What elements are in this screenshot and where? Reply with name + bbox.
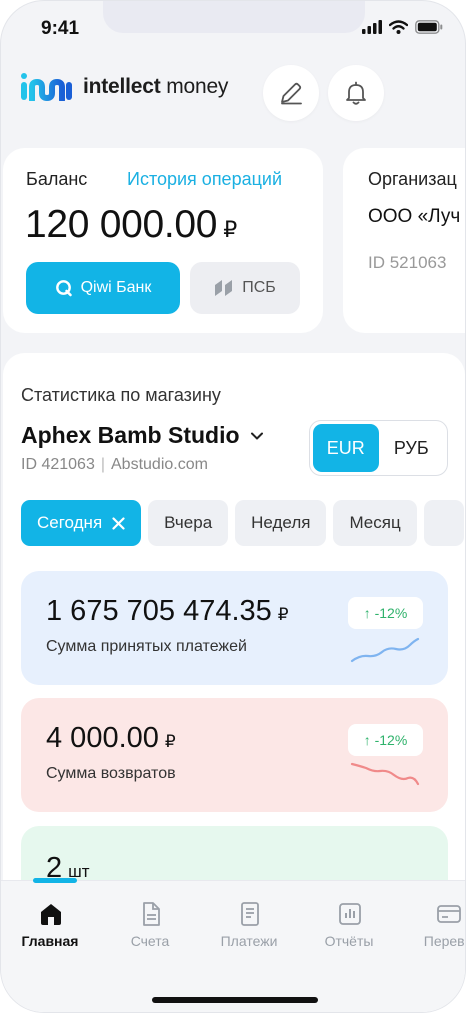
period-chip-more[interactable] bbox=[423, 500, 464, 546]
tab-label: Платежи bbox=[220, 933, 278, 949]
logo-suffix-text: money bbox=[160, 75, 229, 98]
psb-label: ПСБ bbox=[242, 279, 276, 296]
refunds-metric-card[interactable]: 4 000.00 ₽ Сумма возвратов ↑ -12% bbox=[21, 698, 448, 812]
close-icon[interactable] bbox=[112, 516, 125, 530]
bell-icon bbox=[346, 81, 366, 105]
payments-sparkline bbox=[350, 637, 420, 663]
stats-title: Статистика по магазину bbox=[21, 385, 221, 405]
currency-toggle: EUR РУБ bbox=[309, 420, 448, 476]
period-chip-today[interactable]: Сегодня bbox=[21, 500, 142, 546]
refunds-value: 4 000.00 ₽ bbox=[46, 722, 176, 755]
dynamic-island bbox=[103, 1, 365, 33]
chart-icon bbox=[339, 903, 361, 925]
logo-text: intellect money bbox=[83, 75, 228, 99]
balance-currency: ₽ bbox=[223, 217, 237, 242]
qiwi-icon bbox=[55, 280, 72, 297]
refunds-sparkline bbox=[350, 762, 420, 786]
status-time: 9:41 bbox=[41, 18, 80, 39]
signal-icon bbox=[362, 20, 382, 34]
payments-value: 1 675 705 474.35 ₽ bbox=[46, 595, 289, 628]
notifications-button[interactable] bbox=[328, 65, 384, 121]
period-chip-yesterday[interactable]: Вчера bbox=[148, 500, 229, 546]
active-tab-indicator bbox=[33, 878, 77, 883]
home-icon bbox=[41, 904, 61, 925]
battery-icon bbox=[415, 20, 443, 34]
payments-currency: ₽ bbox=[277, 605, 289, 624]
currency-rub-option[interactable]: РУБ bbox=[379, 424, 445, 472]
shop-id: ID 421063 bbox=[21, 456, 95, 473]
refunds-currency: ₽ bbox=[164, 732, 176, 751]
tab-label: Счета bbox=[130, 933, 170, 949]
document-icon bbox=[143, 902, 160, 926]
psb-button[interactable]: ПСБ bbox=[190, 262, 300, 314]
qiwi-bank-button[interactable]: Qiwi Банк bbox=[26, 262, 180, 314]
app-logo: intellect money bbox=[21, 73, 228, 101]
status-icons bbox=[362, 20, 443, 34]
refunds-label: Сумма возвратов bbox=[46, 765, 176, 782]
qiwi-bank-label: Qiwi Банк bbox=[80, 279, 152, 296]
balance-value: 120 000.00 bbox=[25, 203, 218, 246]
organization-label: Организац bbox=[368, 169, 457, 189]
shop-domain: Abstudio.com bbox=[111, 456, 208, 473]
bottom-tab-bar: Главная Счета Платежи Отчёты Перев bbox=[1, 878, 465, 1012]
payments-label: Сумма принятых платежей bbox=[46, 638, 247, 655]
refunds-amount: 4 000.00 bbox=[46, 722, 159, 754]
wifi-icon bbox=[389, 20, 408, 34]
currency-eur-option[interactable]: EUR bbox=[313, 424, 379, 472]
tab-label: Главная bbox=[21, 933, 79, 949]
balance-card: Баланс История операций 120 000.00 ₽ Qiwi… bbox=[3, 148, 323, 333]
edit-button[interactable] bbox=[263, 65, 319, 121]
refunds-change-badge: ↑ -12% bbox=[348, 724, 423, 756]
balance-label: Баланс bbox=[26, 169, 88, 189]
operations-history-link[interactable]: История операций bbox=[127, 169, 282, 190]
tab-label: Перево bbox=[423, 933, 465, 949]
payments-change-badge: ↑ -12% bbox=[348, 597, 423, 629]
organization-card[interactable]: Организац ООО «Луч ID 521063 bbox=[343, 148, 465, 333]
logo-mark-icon bbox=[21, 73, 72, 101]
psb-icon bbox=[215, 280, 233, 296]
tab-label: Отчёты bbox=[324, 933, 374, 949]
logo-brand-text: intellect bbox=[83, 75, 161, 98]
balance-amount: 120 000.00 ₽ bbox=[25, 203, 237, 247]
payments-amount: 1 675 705 474.35 bbox=[46, 595, 272, 627]
period-chip-label: Сегодня bbox=[37, 513, 103, 532]
organization-name: ООО «Луч bbox=[368, 206, 461, 227]
meta-divider: | bbox=[100, 456, 105, 473]
receipt-icon bbox=[241, 902, 259, 926]
payments-metric-card[interactable]: 1 675 705 474.35 ₽ Сумма принятых платеже… bbox=[21, 571, 448, 685]
shop-selector[interactable]: Aphex Bamb Studio bbox=[21, 422, 264, 449]
chevron-down-icon bbox=[250, 432, 263, 439]
shop-meta: ID 421063 | Abstudio.com bbox=[21, 456, 208, 474]
period-chip-week[interactable]: Неделя bbox=[235, 500, 327, 546]
phone-screen: 9:41 intellect money Баланс История опер… bbox=[0, 0, 466, 1013]
status-bar: 9:41 bbox=[1, 1, 465, 59]
card-icon bbox=[437, 905, 461, 923]
shop-name: Aphex Bamb Studio bbox=[21, 422, 240, 448]
home-indicator[interactable] bbox=[152, 997, 318, 1003]
period-chip-month[interactable]: Месяц bbox=[333, 500, 417, 546]
organization-id: ID 521063 bbox=[368, 253, 447, 272]
period-filter: Сегодня Вчера Неделя Месяц bbox=[21, 500, 464, 546]
pencil-icon bbox=[281, 82, 302, 105]
